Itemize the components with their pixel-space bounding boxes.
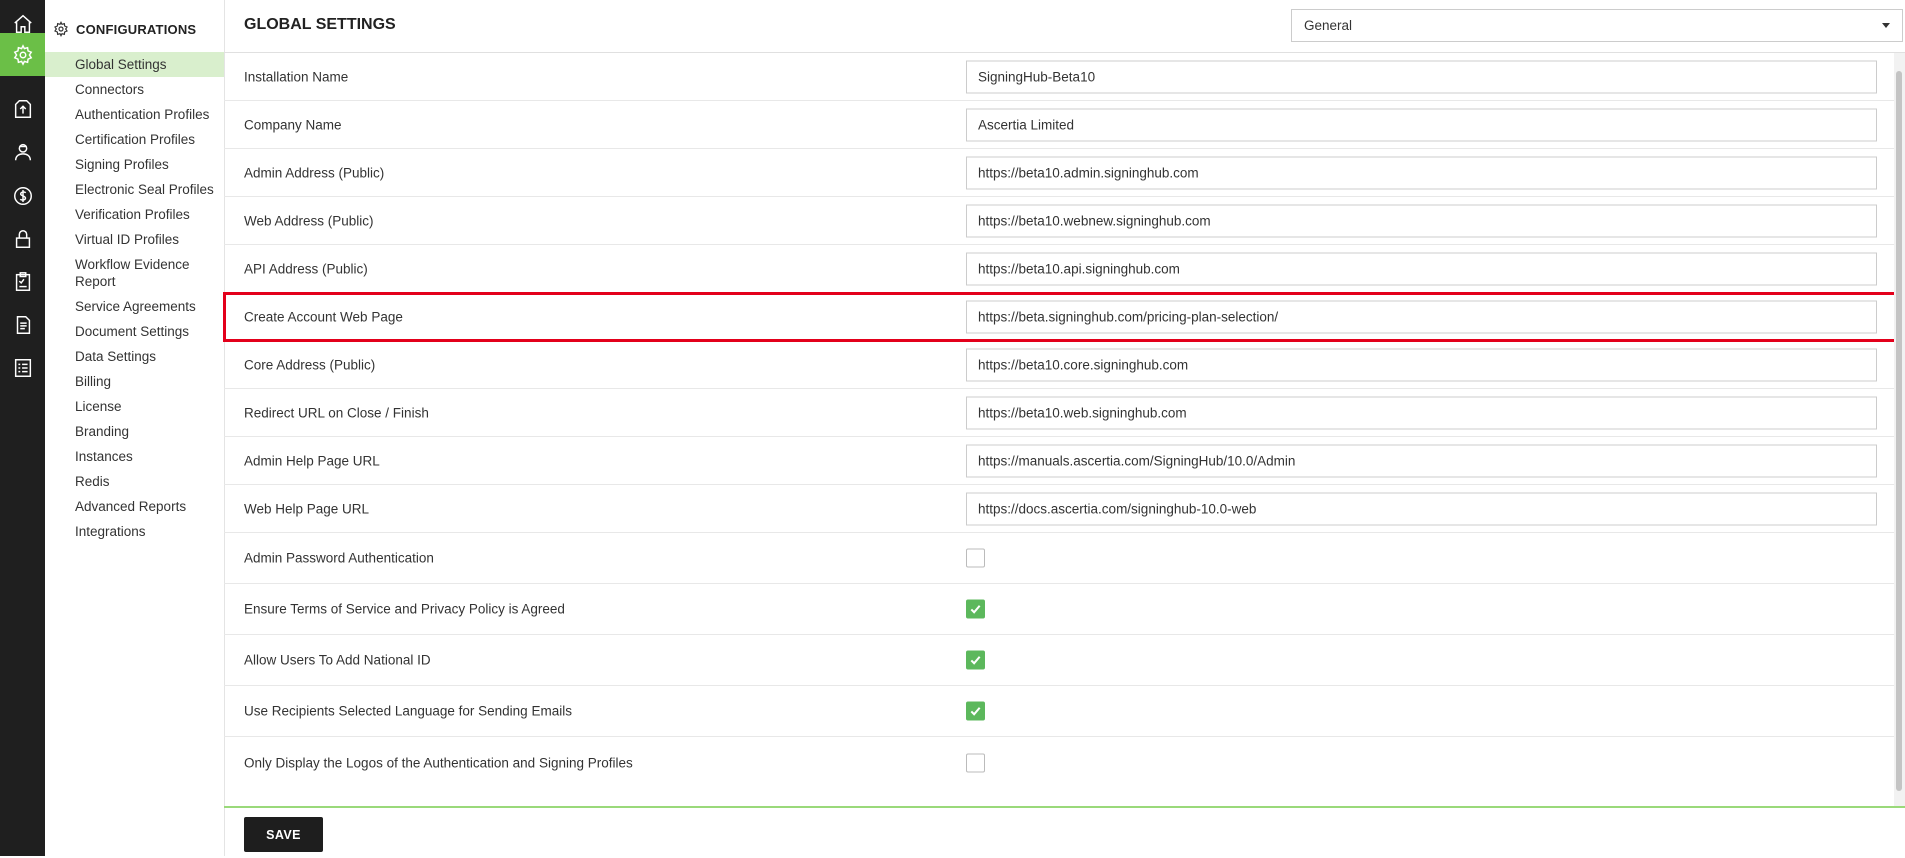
user-icon[interactable] xyxy=(0,130,45,173)
sidebar-item-billing[interactable]: Billing xyxy=(45,369,224,394)
setting-label: Admin Help Page URL xyxy=(244,453,380,468)
checkmark-icon xyxy=(970,707,981,716)
sidebar-item-service-agreements[interactable]: Service Agreements xyxy=(45,294,224,319)
sidebar-item-redis[interactable]: Redis xyxy=(45,469,224,494)
sidebar-item-workflow-evidence-report[interactable]: Workflow Evidence Report xyxy=(45,252,224,294)
admin-address-input[interactable] xyxy=(966,156,1877,189)
sidebar-header: CONFIGURATIONS xyxy=(53,19,196,39)
setting-row-installation-name: Installation Name xyxy=(224,53,1905,101)
setting-row-redirect-url: Redirect URL on Close / Finish xyxy=(224,389,1905,437)
setting-row-display-profile-logos: Only Display the Logos of the Authentica… xyxy=(224,737,1905,788)
web-help-page-url-input[interactable] xyxy=(966,492,1877,525)
document-icon[interactable] xyxy=(0,303,45,346)
category-select[interactable]: General xyxy=(1291,9,1903,42)
setting-row-create-account-web-page: Create Account Web Page xyxy=(223,292,1905,342)
setting-row-admin-help-page-url: Admin Help Page URL xyxy=(224,437,1905,485)
upload-icon[interactable] xyxy=(0,87,45,130)
lock-icon[interactable] xyxy=(0,217,45,260)
setting-label: Web Address (Public) xyxy=(244,213,374,228)
setting-row-admin-address: Admin Address (Public) xyxy=(224,149,1905,197)
sidebar-item-certification-profiles[interactable]: Certification Profiles xyxy=(45,127,224,152)
setting-label: Installation Name xyxy=(244,69,349,84)
setting-row-admin-password-authentication: Admin Password Authentication xyxy=(224,533,1905,584)
core-address-input[interactable] xyxy=(966,348,1877,381)
setting-label: Admin Password Authentication xyxy=(244,550,434,566)
sidebar-item-license[interactable]: License xyxy=(45,394,224,419)
sidebar-item-global-settings[interactable]: Global Settings xyxy=(45,52,224,77)
allow-national-id-checkbox[interactable] xyxy=(966,650,985,670)
setting-row-api-address: API Address (Public) xyxy=(224,245,1905,293)
setting-label: Use Recipients Selected Language for Sen… xyxy=(244,703,572,719)
setting-label: Web Help Page URL xyxy=(244,501,370,516)
setting-row-core-address: Core Address (Public) xyxy=(224,341,1905,389)
category-select-value: General xyxy=(1304,18,1353,33)
setting-row-terms-privacy-agreed: Ensure Terms of Service and Privacy Poli… xyxy=(224,584,1905,635)
sidebar-item-advanced-reports[interactable]: Advanced Reports xyxy=(45,494,224,519)
gear-icon xyxy=(54,21,68,37)
setting-label: Allow Users To Add National ID xyxy=(244,652,431,668)
configurations-sidebar: CONFIGURATIONS Global Settings Connector… xyxy=(45,0,225,856)
installation-name-input[interactable] xyxy=(966,60,1877,93)
sidebar-list: Global Settings Connectors Authenticatio… xyxy=(45,52,224,544)
sidebar-item-data-settings[interactable]: Data Settings xyxy=(45,344,224,369)
checkmark-icon xyxy=(970,605,981,614)
setting-label: Ensure Terms of Service and Privacy Poli… xyxy=(244,601,565,617)
settings-form: Installation Name Company Name Admin Add… xyxy=(223,53,1905,788)
setting-row-company-name: Company Name xyxy=(224,101,1905,149)
sidebar-item-connectors[interactable]: Connectors xyxy=(45,77,224,102)
api-address-input[interactable] xyxy=(966,252,1877,285)
checkmark-icon xyxy=(970,656,981,665)
admin-password-authentication-checkbox[interactable] xyxy=(966,548,985,568)
admin-help-page-url-input[interactable] xyxy=(966,444,1877,477)
redirect-url-input[interactable] xyxy=(966,396,1877,429)
setting-label: Create Account Web Page xyxy=(244,309,403,324)
gear-icon[interactable] xyxy=(0,33,45,76)
setting-row-allow-national-id: Allow Users To Add National ID xyxy=(224,635,1905,686)
clipboard-icon[interactable] xyxy=(0,260,45,303)
setting-label: Company Name xyxy=(244,117,342,132)
setting-row-web-address: Web Address (Public) xyxy=(224,197,1905,245)
company-name-input[interactable] xyxy=(966,108,1877,141)
scrollbar-thumb[interactable] xyxy=(1896,71,1902,791)
recipients-language-emails-checkbox[interactable] xyxy=(966,701,985,721)
sidebar-item-instances[interactable]: Instances xyxy=(45,444,224,469)
main-content: GLOBAL SETTINGS General Installation Nam… xyxy=(223,0,1905,858)
report-icon[interactable] xyxy=(0,346,45,389)
terms-privacy-agreed-checkbox[interactable] xyxy=(966,599,985,619)
sidebar-item-verification-profiles[interactable]: Verification Profiles xyxy=(45,202,224,227)
scrollbar[interactable] xyxy=(1894,53,1905,806)
sidebar-item-branding[interactable]: Branding xyxy=(45,419,224,444)
page-title: GLOBAL SETTINGS xyxy=(244,16,396,33)
setting-label: Only Display the Logos of the Authentica… xyxy=(244,755,633,770)
sidebar-item-authentication-profiles[interactable]: Authentication Profiles xyxy=(45,102,224,127)
form-footer: SAVE xyxy=(224,806,1905,858)
save-button[interactable]: SAVE xyxy=(244,817,323,852)
setting-label: Core Address (Public) xyxy=(244,357,376,372)
setting-label: API Address (Public) xyxy=(244,261,368,276)
display-profile-logos-checkbox[interactable] xyxy=(966,753,985,772)
setting-label: Admin Address (Public) xyxy=(244,165,385,180)
caret-down-icon xyxy=(1882,23,1890,28)
sidebar-item-signing-profiles[interactable]: Signing Profiles xyxy=(45,152,224,177)
icon-rail xyxy=(0,0,45,856)
sidebar-title: CONFIGURATIONS xyxy=(76,21,197,37)
sidebar-item-document-settings[interactable]: Document Settings xyxy=(45,319,224,344)
setting-row-recipients-language-emails: Use Recipients Selected Language for Sen… xyxy=(224,686,1905,737)
sidebar-item-integrations[interactable]: Integrations xyxy=(45,519,224,544)
sidebar-item-electronic-seal-profiles[interactable]: Electronic Seal Profiles xyxy=(45,177,224,202)
create-account-web-page-input[interactable] xyxy=(966,300,1877,333)
page-header: GLOBAL SETTINGS General xyxy=(224,0,1905,53)
web-address-input[interactable] xyxy=(966,204,1877,237)
dollar-icon[interactable] xyxy=(0,174,45,217)
setting-row-web-help-page-url: Web Help Page URL xyxy=(224,485,1905,533)
setting-label: Redirect URL on Close / Finish xyxy=(244,405,429,420)
sidebar-item-virtual-id-profiles[interactable]: Virtual ID Profiles xyxy=(45,227,224,252)
